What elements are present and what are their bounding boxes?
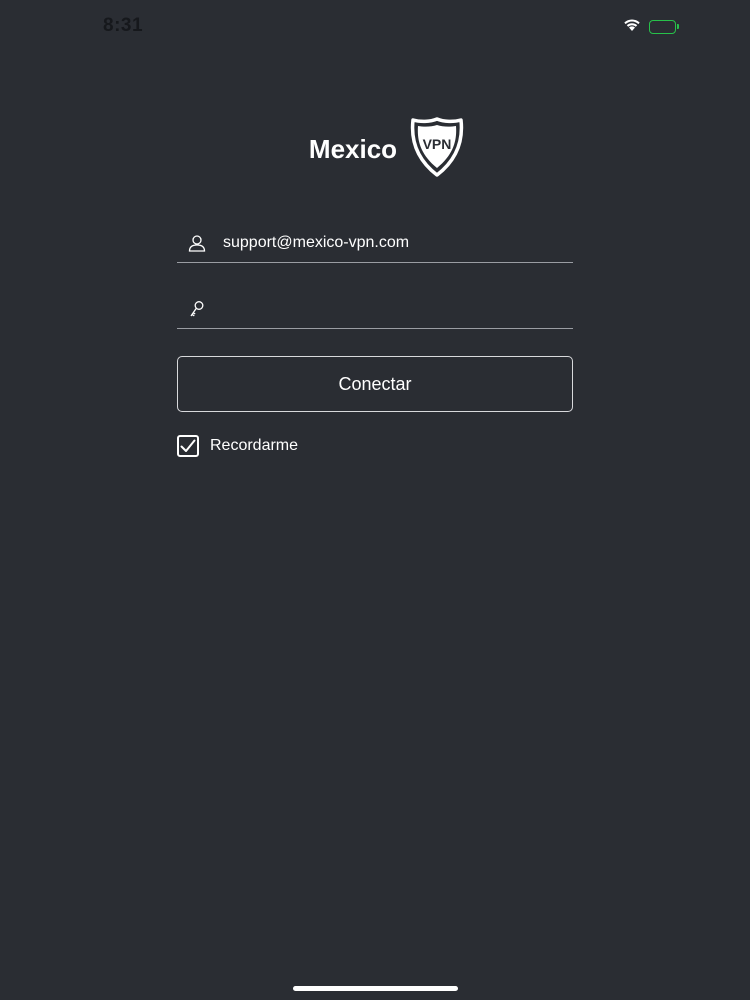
status-indicators xyxy=(622,17,679,37)
key-icon xyxy=(187,299,207,319)
badge-text: VPN xyxy=(423,136,452,152)
email-row xyxy=(177,223,573,263)
password-input[interactable] xyxy=(223,293,573,324)
remember-me-toggle[interactable]: Recordarme xyxy=(177,435,573,457)
email-input[interactable] xyxy=(223,227,573,258)
brand-logo: Mexico VPN xyxy=(0,116,750,183)
password-field-container xyxy=(177,289,573,329)
status-time: 8:31 xyxy=(103,15,144,36)
connect-row: Conectar xyxy=(177,356,573,412)
remember-label: Recordarme xyxy=(210,437,299,454)
password-row xyxy=(177,289,573,329)
remember-row: Recordarme xyxy=(177,435,573,457)
battery-charging-icon xyxy=(649,20,679,34)
login-screen: 8:31 Mexico VPN support@mexico-vpn.com C… xyxy=(0,0,750,1000)
home-indicator[interactable] xyxy=(293,986,458,991)
email-field-container xyxy=(177,223,573,263)
remember-checkbox[interactable] xyxy=(177,435,199,457)
brand-name: Mexico xyxy=(308,134,398,164)
connect-button[interactable]: Conectar xyxy=(177,356,573,412)
user-icon xyxy=(187,233,207,253)
shield-icon: VPN xyxy=(407,116,467,183)
wifi-icon xyxy=(622,17,642,37)
checkmark-icon xyxy=(180,439,196,452)
